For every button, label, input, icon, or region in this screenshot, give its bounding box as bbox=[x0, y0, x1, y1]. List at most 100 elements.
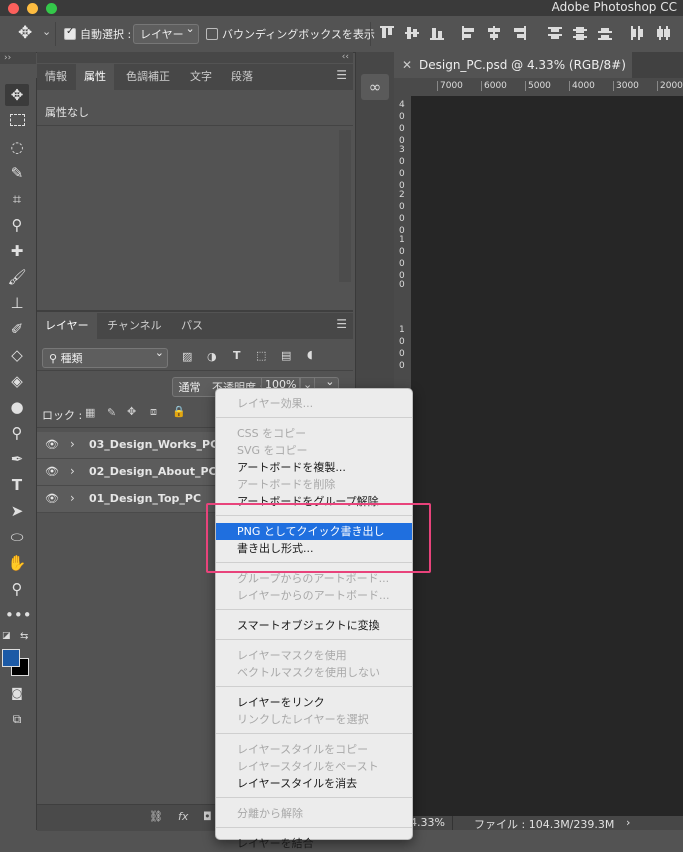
move-tool-icon[interactable]: ✥ bbox=[5, 84, 29, 106]
title-bar: Adobe Photoshop CC bbox=[0, 0, 683, 16]
creative-cloud-libraries-icon[interactable]: ∞ bbox=[361, 74, 389, 100]
lock-transparent-icon[interactable]: ▦ bbox=[85, 406, 95, 419]
close-window-button[interactable] bbox=[8, 3, 19, 14]
lock-image-icon[interactable]: ✎ bbox=[107, 406, 116, 419]
align-horizontal-center-icon[interactable] bbox=[487, 26, 501, 40]
toolbar-collapse-bar[interactable]: ›› bbox=[0, 52, 36, 64]
tab-paragraph[interactable]: 段落 bbox=[223, 64, 261, 90]
default-colors-icon[interactable]: ◪ bbox=[2, 631, 11, 641]
tab-channels[interactable]: チャンネル bbox=[99, 313, 170, 339]
ruler-digit: 0 bbox=[399, 124, 405, 134]
context-menu-item[interactable]: レイヤーを結合 bbox=[216, 835, 412, 852]
ruler-digit: 0 bbox=[399, 280, 405, 290]
tab-adjustments[interactable]: 色調補正 bbox=[118, 64, 178, 90]
expand-arrow-icon[interactable]: › bbox=[70, 491, 75, 505]
align-bottom-icon[interactable] bbox=[430, 26, 444, 40]
distribute-horizontal-center-icon[interactable] bbox=[656, 26, 670, 40]
bounding-box-checkbox[interactable] bbox=[206, 27, 218, 40]
filter-adjustment-icon[interactable]: ◑ bbox=[207, 350, 217, 363]
blur-tool-icon[interactable]: ● bbox=[5, 396, 29, 418]
lock-position-icon[interactable]: ✥ bbox=[127, 405, 136, 418]
quick-mask-icon[interactable]: ◙ bbox=[5, 682, 29, 704]
zoom-tool-icon[interactable]: ⚲ bbox=[5, 578, 29, 600]
minimize-window-button[interactable] bbox=[27, 3, 38, 14]
context-menu-item: レイヤー効果... bbox=[237, 397, 314, 410]
panel-menu-icon[interactable]: ☰ bbox=[336, 68, 347, 82]
layer-context-menu: レイヤー効果... CSS をコピー SVG をコピー アートボードを複製... アート… bbox=[215, 388, 413, 850]
eye-icon[interactable]: 👁 bbox=[45, 465, 59, 478]
auto-select-dropdown[interactable]: レイヤー bbox=[133, 22, 199, 44]
more-tools-icon[interactable]: ••• bbox=[5, 604, 32, 626]
link-icon[interactable]: ⛓ bbox=[149, 810, 163, 823]
brush-tool-icon[interactable]: 🖌 bbox=[5, 266, 29, 288]
distribute-bottom-icon[interactable] bbox=[598, 26, 612, 40]
properties-scrollbar[interactable] bbox=[339, 130, 351, 282]
tab-info[interactable]: 情報 bbox=[37, 64, 75, 90]
healing-brush-tool-icon[interactable]: ✚ bbox=[5, 240, 29, 262]
tab-character[interactable]: 文字 bbox=[182, 64, 220, 90]
swap-colors-icon[interactable]: ⇆ bbox=[20, 631, 28, 642]
align-vertical-center-icon[interactable] bbox=[405, 26, 419, 40]
history-brush-tool-icon[interactable]: ✐ bbox=[5, 318, 29, 340]
add-mask-icon[interactable]: ◘ bbox=[203, 810, 212, 823]
zoom-level[interactable]: 4.33% bbox=[410, 816, 445, 829]
screen-mode-icon[interactable]: ⧉ bbox=[5, 708, 29, 730]
type-tool-icon[interactable]: T bbox=[5, 474, 29, 496]
document-tab[interactable]: ✕ Design_PC.psd @ 4.33% (RGB/8#) * bbox=[394, 52, 632, 98]
foreground-color-swatch[interactable] bbox=[2, 649, 20, 667]
tab-paths[interactable]: パス bbox=[173, 313, 211, 339]
canvas-area[interactable] bbox=[411, 96, 683, 816]
move-tool-preset-icon[interactable]: ✥ bbox=[18, 23, 32, 43]
path-selection-tool-icon[interactable]: ➤ bbox=[5, 500, 29, 522]
eyedropper-tool-icon[interactable]: ⚲ bbox=[5, 214, 29, 236]
filter-type-icon[interactable]: T bbox=[233, 349, 241, 362]
distribute-vertical-center-icon[interactable] bbox=[573, 26, 587, 40]
tab-properties[interactable]: 属性 bbox=[76, 64, 114, 90]
eye-icon[interactable]: 👁 bbox=[45, 438, 59, 451]
filter-shape-icon[interactable]: ⬚ bbox=[256, 349, 266, 362]
pen-tool-icon[interactable]: ✒ bbox=[5, 448, 29, 470]
auto-select-checkbox[interactable] bbox=[64, 26, 76, 40]
align-top-icon[interactable] bbox=[380, 26, 394, 40]
filter-toggle-icon[interactable]: ◖ bbox=[307, 348, 313, 361]
context-menu-item: ベクトルマスクを使用しない bbox=[237, 666, 380, 679]
expand-arrow-icon[interactable]: › bbox=[70, 464, 75, 478]
paint-bucket-tool-icon[interactable]: ◈ bbox=[5, 370, 29, 392]
marquee-tool-icon[interactable] bbox=[5, 110, 29, 132]
status-menu-arrow-icon[interactable]: › bbox=[626, 816, 630, 829]
quick-selection-tool-icon[interactable]: ✎ bbox=[5, 162, 29, 184]
layers-panel-menu-icon[interactable]: ☰ bbox=[336, 317, 347, 331]
context-menu-item[interactable]: レイヤーをリンク bbox=[216, 694, 412, 711]
crop-tool-icon[interactable]: ⌗ bbox=[5, 188, 29, 210]
align-right-icon[interactable] bbox=[512, 26, 526, 40]
lock-artboard-icon[interactable]: ⧈ bbox=[150, 405, 157, 419]
tab-layers[interactable]: レイヤー bbox=[37, 313, 97, 339]
hand-tool-icon[interactable]: ✋ bbox=[5, 552, 29, 574]
fx-icon[interactable]: fx bbox=[178, 810, 188, 823]
zoom-window-button[interactable] bbox=[46, 3, 57, 14]
ruler-digit: 1 bbox=[399, 325, 405, 335]
distribute-left-icon[interactable] bbox=[630, 26, 644, 40]
ellipse-tool-icon[interactable]: ⬭ bbox=[5, 526, 29, 548]
close-document-icon[interactable]: ✕ bbox=[402, 52, 412, 78]
lock-all-icon[interactable]: 🔒 bbox=[172, 405, 186, 418]
clone-stamp-tool-icon[interactable]: ⊥ bbox=[5, 292, 29, 314]
dodge-tool-icon[interactable]: ⚲ bbox=[5, 422, 29, 444]
ruler-label: 5000 bbox=[525, 81, 551, 91]
expand-arrow-icon[interactable]: › bbox=[70, 437, 75, 451]
layer-filter-dropdown[interactable]: ⚲ 種類 bbox=[42, 346, 168, 368]
distribute-top-icon[interactable] bbox=[548, 26, 562, 40]
context-menu-item[interactable]: アートボードを複製... bbox=[216, 459, 412, 476]
context-menu-item[interactable]: スマートオブジェクトに変換 bbox=[216, 617, 412, 634]
filter-pixel-icon[interactable]: ▨ bbox=[182, 350, 192, 363]
eye-icon[interactable]: 👁 bbox=[45, 492, 59, 505]
panel-collapse-bar[interactable]: ‹‹ bbox=[37, 52, 353, 63]
lasso-tool-icon[interactable]: ◌ bbox=[5, 136, 29, 158]
chevron-down-icon[interactable]: ⌄ bbox=[42, 25, 51, 38]
layers-tab-row: レイヤー チャンネル パス ☰ bbox=[37, 313, 353, 339]
layer-name: 02_Design_About_PC bbox=[89, 465, 217, 478]
align-left-icon[interactable] bbox=[462, 26, 476, 40]
context-menu-item[interactable]: レイヤースタイルを消去 bbox=[216, 775, 412, 792]
filter-smart-object-icon[interactable]: ▤ bbox=[281, 349, 291, 362]
eraser-tool-icon[interactable]: ◇ bbox=[5, 344, 29, 366]
